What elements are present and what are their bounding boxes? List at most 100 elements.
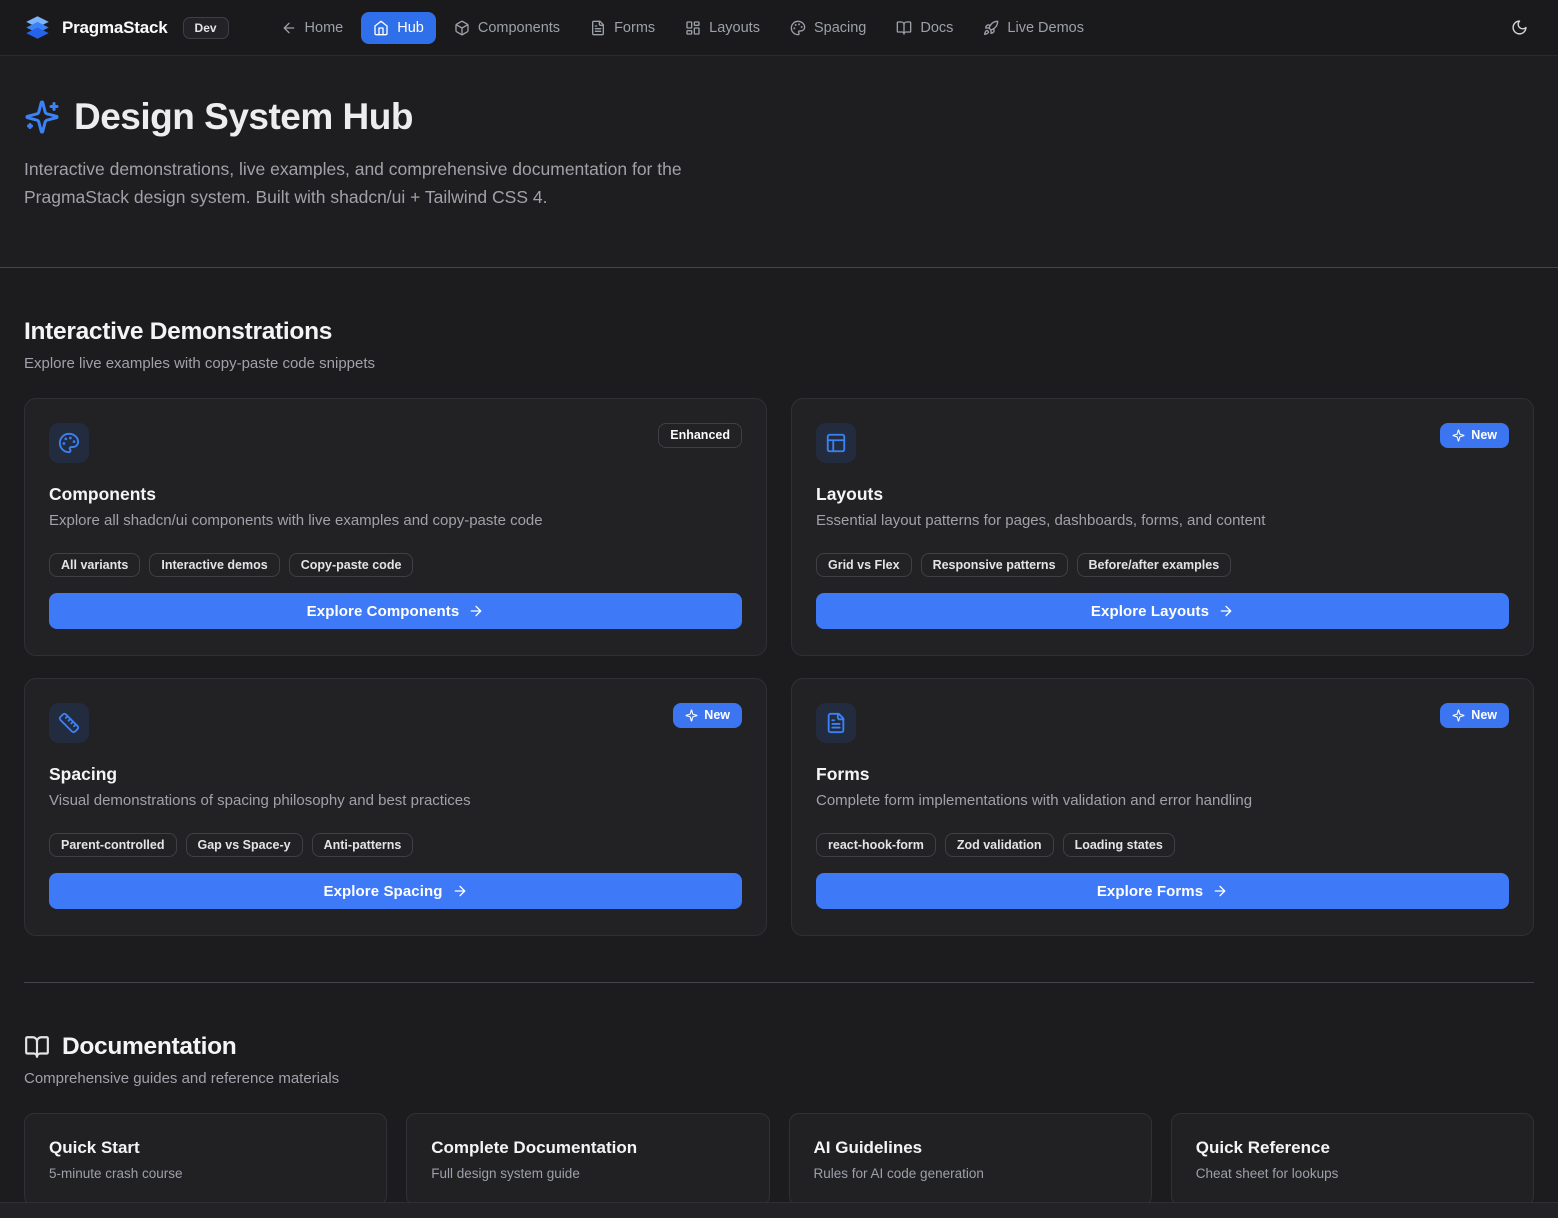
page-title: Design System Hub [24, 96, 1534, 138]
card-description: Cheat sheet for lookups [1196, 1166, 1509, 1181]
nav-item-home[interactable]: Home [269, 12, 356, 44]
package-icon [454, 20, 470, 36]
tag-row: react-hook-form Zod validation Loading s… [816, 833, 1509, 857]
arrow-left-icon [281, 20, 297, 36]
card-title: Quick Reference [1196, 1138, 1509, 1158]
card-description: Explore all shadcn/ui components with li… [49, 512, 742, 529]
sparkles-icon [685, 709, 698, 722]
button-label: Explore Components [307, 603, 460, 620]
card-description: Visual demonstrations of spacing philoso… [49, 792, 742, 809]
card-description: Essential layout patterns for pages, das… [816, 512, 1509, 529]
tag: Gap vs Space-y [186, 833, 303, 857]
explore-spacing-button[interactable]: Explore Spacing [49, 873, 742, 909]
tag: Copy-paste code [289, 553, 414, 577]
book-open-icon [24, 1034, 50, 1060]
nav-item-label: Live Demos [1007, 20, 1084, 36]
explore-forms-button[interactable]: Explore Forms [816, 873, 1509, 909]
tag: Interactive demos [149, 553, 279, 577]
card-title: Complete Documentation [431, 1138, 744, 1158]
nav-item-components[interactable]: Components [442, 12, 572, 44]
sparkles-icon [1452, 429, 1465, 442]
button-label: Explore Layouts [1091, 603, 1209, 620]
nav-item-label: Layouts [709, 20, 760, 36]
demo-card-components[interactable]: Enhanced Components Explore all shadcn/u… [24, 398, 767, 656]
nav-item-label: Home [305, 20, 344, 36]
page-subtitle: Interactive demonstrations, live example… [24, 155, 769, 211]
demo-card-layouts[interactable]: New Layouts Essential layout patterns fo… [791, 398, 1534, 656]
card-title: Quick Start [49, 1138, 362, 1158]
moon-icon [1511, 19, 1528, 36]
tag-row: All variants Interactive demos Copy-past… [49, 553, 742, 577]
tag: Parent-controlled [49, 833, 177, 857]
main-content: Interactive Demonstrations Explore live … [0, 268, 1558, 1206]
status-badge: New [1440, 423, 1509, 448]
card-title: Layouts [816, 484, 1509, 505]
section-heading-text: Documentation [62, 1033, 236, 1061]
nav-links: Home Hub Components Forms Layouts [269, 12, 1096, 44]
doc-card-grid: Quick Start 5-minute crash course Comple… [24, 1113, 1534, 1206]
interactive-demos-section: Interactive Demonstrations Explore live … [24, 268, 1534, 936]
demo-card-forms[interactable]: New Forms Complete form implementations … [791, 678, 1534, 936]
badge-label: New [1471, 428, 1497, 443]
doc-card-quick-reference[interactable]: Quick Reference Cheat sheet for lookups [1171, 1113, 1534, 1206]
demo-card-spacing[interactable]: New Spacing Visual demonstrations of spa… [24, 678, 767, 936]
card-title: Components [49, 484, 742, 505]
layers-icon [24, 14, 51, 41]
hero-section: Design System Hub Interactive demonstrat… [0, 56, 1558, 268]
nav-item-layouts[interactable]: Layouts [673, 12, 772, 44]
card-description: Complete form implementations with valid… [816, 792, 1509, 809]
arrow-right-icon [468, 603, 484, 619]
env-badge: Dev [183, 17, 229, 39]
nav-item-label: Components [478, 20, 560, 36]
arrow-right-icon [1218, 603, 1234, 619]
explore-layouts-button[interactable]: Explore Layouts [816, 593, 1509, 629]
nav-item-forms[interactable]: Forms [578, 12, 667, 44]
nav-item-label: Docs [920, 20, 953, 36]
tag: Zod validation [945, 833, 1054, 857]
brand[interactable]: PragmaStack Dev [24, 14, 229, 41]
button-label: Explore Spacing [323, 883, 442, 900]
tag: Anti-patterns [312, 833, 414, 857]
nav-item-live-demos[interactable]: Live Demos [971, 12, 1096, 44]
nav-item-hub[interactable]: Hub [361, 12, 436, 44]
home-icon [373, 20, 389, 36]
card-description: Full design system guide [431, 1166, 744, 1181]
status-badge: New [1440, 703, 1509, 728]
ruler-icon [49, 703, 89, 743]
explore-components-button[interactable]: Explore Components [49, 593, 742, 629]
nav-item-spacing[interactable]: Spacing [778, 12, 878, 44]
arrow-right-icon [1212, 883, 1228, 899]
theme-toggle-button[interactable] [1505, 13, 1534, 42]
sparkles-icon [24, 99, 60, 135]
nav-item-label: Spacing [814, 20, 866, 36]
tag: Loading states [1063, 833, 1175, 857]
status-badge: New [673, 703, 742, 728]
section-heading: Interactive Demonstrations [24, 318, 1534, 346]
card-title: Spacing [49, 764, 742, 785]
doc-card-quick-start[interactable]: Quick Start 5-minute crash course [24, 1113, 387, 1206]
doc-card-ai-guidelines[interactable]: AI Guidelines Rules for AI code generati… [789, 1113, 1152, 1206]
file-text-icon [590, 20, 606, 36]
tag: Responsive patterns [921, 553, 1068, 577]
nav-item-docs[interactable]: Docs [884, 12, 965, 44]
status-badge: Enhanced [658, 423, 742, 448]
palette-icon [49, 423, 89, 463]
rocket-icon [983, 20, 999, 36]
doc-card-complete-documentation[interactable]: Complete Documentation Full design syste… [406, 1113, 769, 1206]
badge-label: New [704, 708, 730, 723]
section-heading: Documentation [24, 1033, 1534, 1061]
button-label: Explore Forms [1097, 883, 1203, 900]
footer-band [0, 1202, 1558, 1218]
top-navbar: PragmaStack Dev Home Hub Components Fo [0, 0, 1558, 56]
section-subheading: Explore live examples with copy-paste co… [24, 355, 1534, 372]
tag-row: Parent-controlled Gap vs Space-y Anti-pa… [49, 833, 742, 857]
file-text-icon [816, 703, 856, 743]
tag: react-hook-form [816, 833, 936, 857]
layout-dashboard-icon [685, 20, 701, 36]
tag: Before/after examples [1077, 553, 1232, 577]
tag: All variants [49, 553, 140, 577]
nav-item-label: Hub [397, 20, 424, 36]
page-title-text: Design System Hub [74, 96, 413, 138]
tag-row: Grid vs Flex Responsive patterns Before/… [816, 553, 1509, 577]
demo-card-grid: Enhanced Components Explore all shadcn/u… [24, 398, 1534, 936]
